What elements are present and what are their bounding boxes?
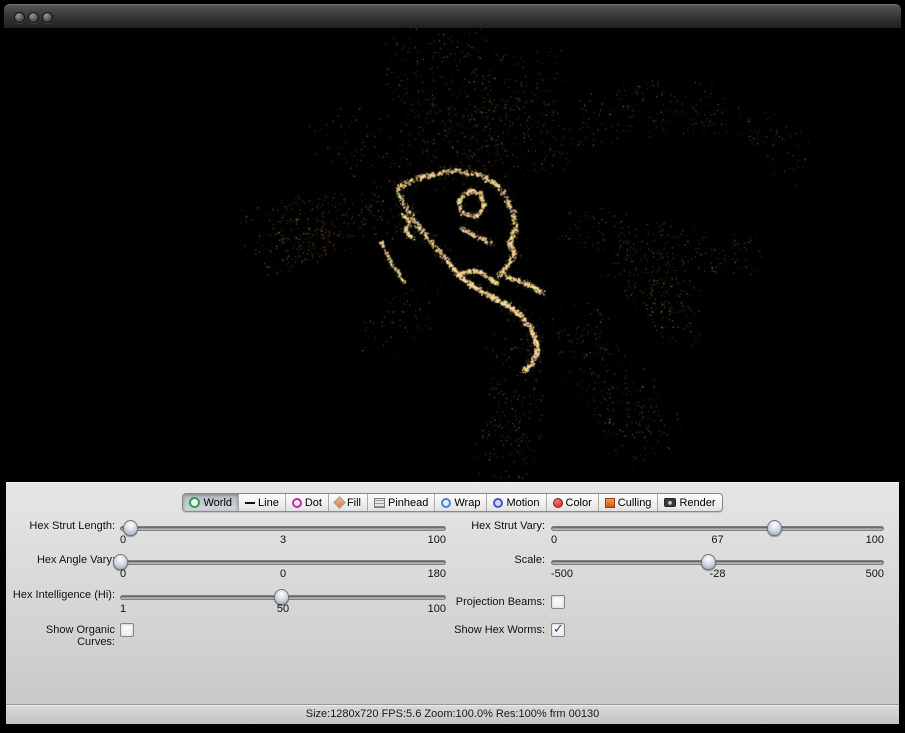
tab-render[interactable]: Render: [657, 494, 721, 511]
minimize-button[interactable]: [28, 12, 39, 23]
globe-icon: [189, 497, 200, 508]
show-hex-worms-label: Show Hex Worms:: [420, 624, 545, 636]
tab-fill[interactable]: Fill: [328, 494, 367, 511]
control-panel: World Line Dot Fill Pinhead Wrap Motion Color Cu…: [6, 482, 899, 704]
motion-icon: [493, 498, 503, 508]
title-bar[interactable]: [4, 4, 901, 28]
slider-ticks: 0 67 100: [551, 534, 884, 548]
tab-label: Motion: [506, 497, 539, 509]
slider-value-label: 67: [551, 534, 884, 546]
tab-wrap[interactable]: Wrap: [434, 494, 486, 511]
mode-tabbar: World Line Dot Fill Pinhead Wrap Motion Color Cu…: [182, 493, 722, 512]
zoom-button[interactable]: [42, 12, 53, 23]
tab-motion[interactable]: Motion: [486, 494, 545, 511]
hex-strut-vary-row: Hex Strut Vary: 0 67 100: [6, 518, 899, 552]
tab-line[interactable]: Line: [238, 494, 285, 511]
world-visualization-canvas[interactable]: [6, 28, 899, 482]
slider-max-label: 500: [866, 568, 884, 580]
tab-color[interactable]: Color: [546, 494, 598, 511]
tab-label: Culling: [618, 497, 652, 509]
tab-label: Wrap: [454, 497, 480, 509]
projection-beams-label: Projection Beams:: [420, 596, 545, 608]
line-icon: [245, 502, 255, 504]
slider-track[interactable]: [551, 526, 884, 531]
tab-dot[interactable]: Dot: [285, 494, 328, 511]
scale-label: Scale:: [420, 554, 545, 566]
render-icon: [664, 498, 676, 507]
pinhead-icon: [374, 498, 385, 508]
slider-track[interactable]: [551, 560, 884, 565]
tabbar-wrap: World Line Dot Fill Pinhead Wrap Motion Color Cu…: [6, 493, 899, 512]
hex-strut-vary-label: Hex Strut Vary:: [420, 520, 545, 532]
wrap-icon: [441, 498, 451, 508]
slider-value-label: -28: [551, 568, 884, 580]
tab-culling[interactable]: Culling: [598, 494, 658, 511]
slider-max-label: 100: [866, 534, 884, 546]
show-hex-worms-row: Show Hex Worms:: [6, 622, 899, 656]
status-text: Size:1280x720 FPS:5.6 Zoom:100.0% Res:10…: [306, 708, 600, 720]
tab-label: Color: [566, 497, 592, 509]
scale-slider[interactable]: -500 -28 500: [551, 552, 884, 586]
tab-label: Render: [679, 497, 715, 509]
tab-label: Line: [258, 497, 279, 509]
show-hex-worms-checkbox[interactable]: [551, 623, 565, 637]
tab-label: Pinhead: [388, 497, 428, 509]
color-icon: [553, 498, 563, 508]
tab-label: Dot: [305, 497, 322, 509]
status-bar: Size:1280x720 FPS:5.6 Zoom:100.0% Res:10…: [6, 704, 899, 724]
hex-strut-vary-slider[interactable]: 0 67 100: [551, 518, 884, 552]
scale-row: Scale: -500 -28 500: [6, 552, 899, 586]
culling-icon: [605, 498, 615, 508]
slider-ticks: -500 -28 500: [551, 568, 884, 582]
tab-label: Fill: [347, 497, 361, 509]
dot-icon: [292, 498, 302, 508]
projection-beams-checkbox[interactable]: [551, 595, 565, 609]
close-button[interactable]: [14, 12, 25, 23]
tab-pinhead[interactable]: Pinhead: [367, 494, 434, 511]
tab-world[interactable]: World: [183, 494, 238, 511]
tab-label: World: [203, 497, 232, 509]
fill-icon: [333, 496, 346, 509]
application-window: World Line Dot Fill Pinhead Wrap Motion Color Cu…: [0, 0, 905, 733]
